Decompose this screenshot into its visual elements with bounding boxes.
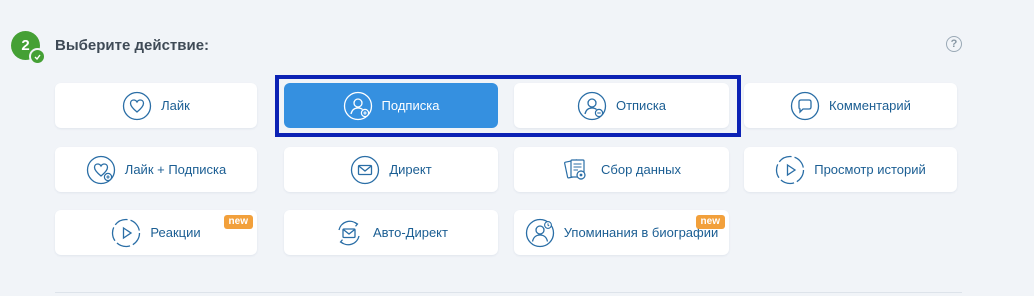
comment-icon (790, 91, 820, 121)
reaction-play-icon (111, 218, 141, 248)
action-like-subscribe-button[interactable]: Лайк + Подписка (55, 147, 257, 192)
action-label: Просмотр историй (814, 162, 926, 177)
user-mention-icon (525, 218, 555, 248)
action-label: Лайк (161, 98, 190, 113)
action-comment-button[interactable]: Комментарий (744, 83, 957, 128)
action-label: Реакции (150, 225, 201, 240)
action-label: Подписка (381, 98, 440, 113)
envelope-icon (350, 155, 380, 185)
action-label: Сбор данных (601, 162, 681, 177)
data-collect-icon (562, 155, 592, 185)
step-number: 2 (21, 37, 30, 54)
user-add-icon (343, 91, 373, 121)
user-remove-icon (577, 91, 607, 121)
action-auto-direct-button[interactable]: Авто-Директ (284, 210, 498, 255)
new-badge: new (695, 215, 725, 229)
action-subscribe-button[interactable]: Подписка (284, 83, 498, 128)
action-reactions-button[interactable]: Реакции new (55, 210, 257, 255)
action-unsubscribe-button[interactable]: Отписка (514, 83, 729, 128)
action-label: Отписка (615, 98, 667, 113)
help-icon[interactable]: ? (946, 36, 962, 52)
action-label: Лайк + Подписка (124, 162, 227, 177)
action-label: Упоминания в биографии (563, 225, 719, 240)
heart-icon (122, 91, 152, 121)
action-label: Авто-Директ (373, 225, 448, 240)
action-label: Директ (389, 162, 432, 177)
step-check-icon (29, 48, 46, 65)
heart-plus-icon (86, 155, 116, 185)
section-divider (55, 292, 962, 293)
action-like-button[interactable]: Лайк (55, 83, 257, 128)
new-badge: new (223, 215, 253, 229)
action-data-collect-button[interactable]: Сбор данных (514, 147, 729, 192)
action-label: Комментарий (829, 98, 911, 113)
auto-envelope-icon (334, 218, 364, 248)
action-bio-mentions-button[interactable]: Упоминания в биографии new (514, 210, 729, 255)
action-view-stories-button[interactable]: Просмотр историй (744, 147, 957, 192)
step-title: Выберите действие: (55, 37, 210, 54)
story-play-icon (775, 155, 805, 185)
action-direct-button[interactable]: Директ (284, 147, 498, 192)
